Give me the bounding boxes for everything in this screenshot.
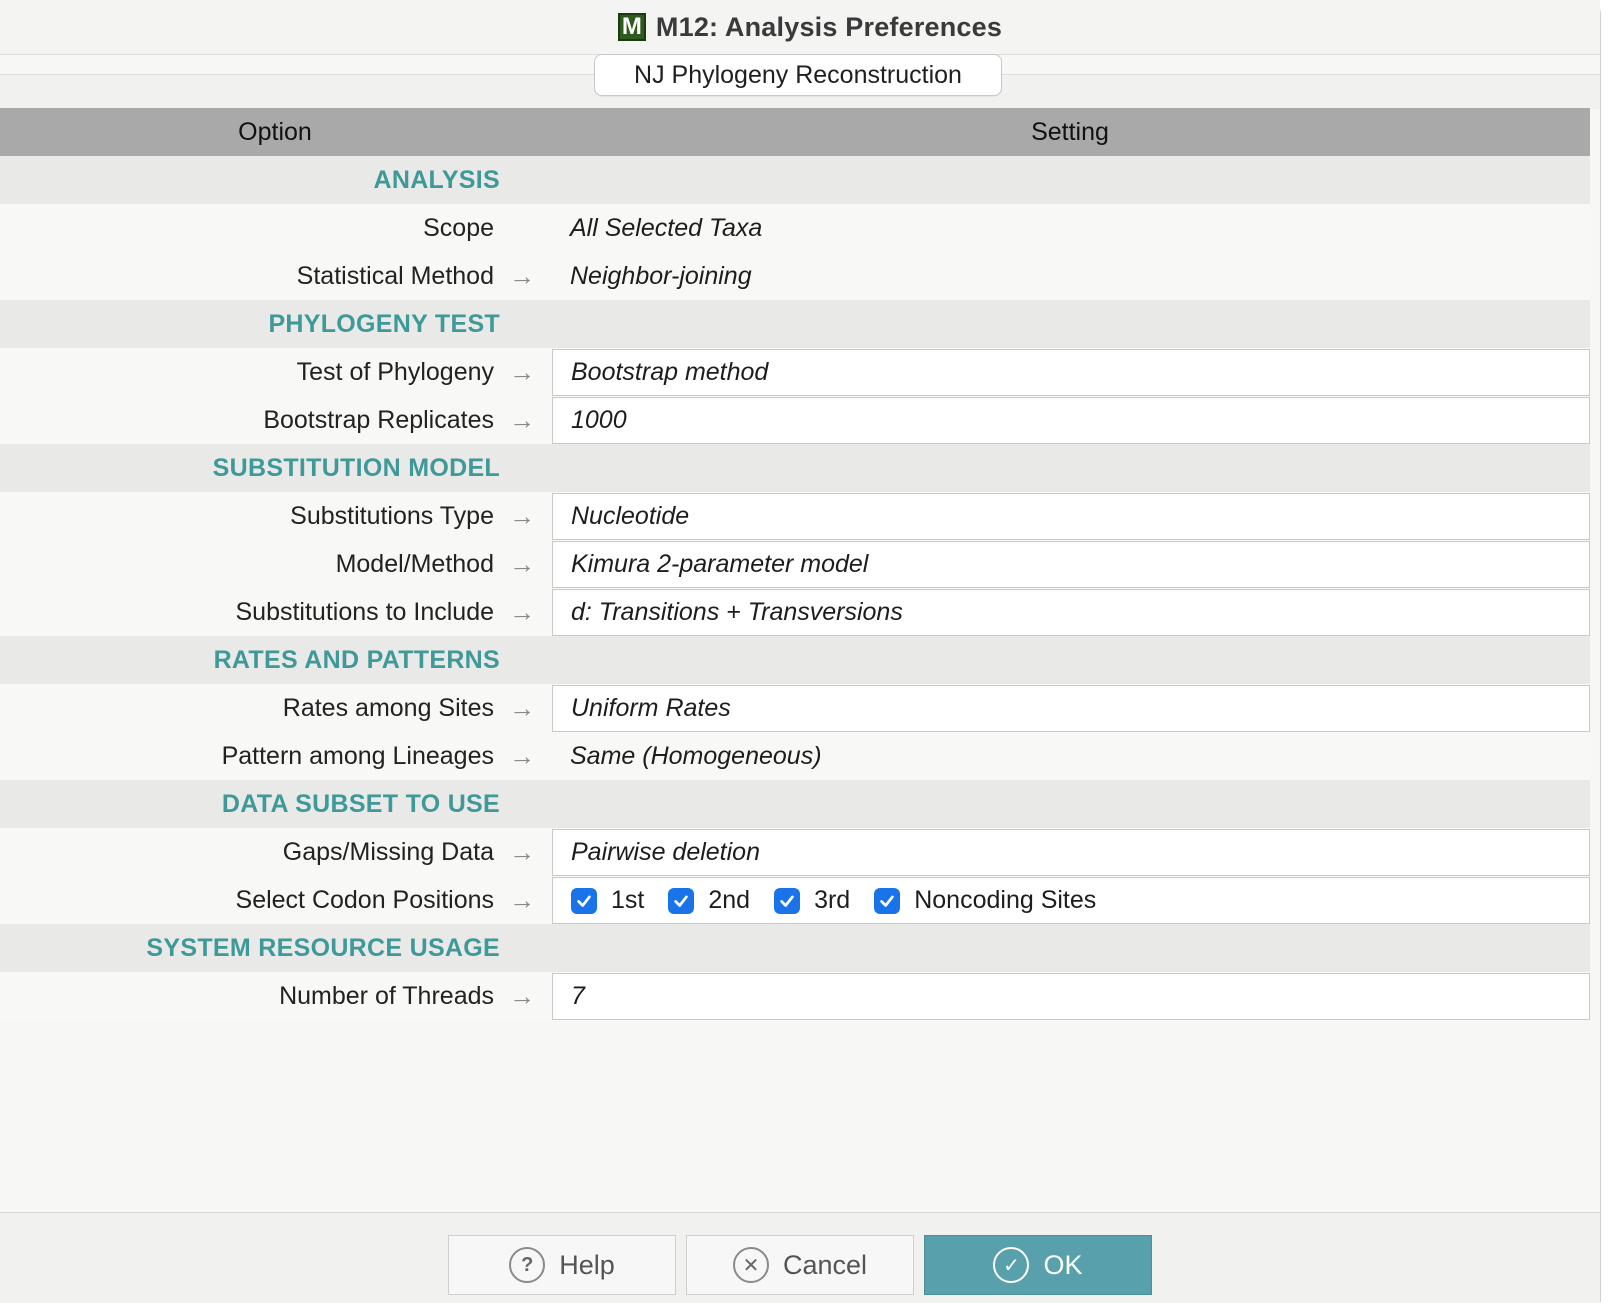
bootstrap-replicates-input[interactable]: 1000 [552,397,1590,444]
help-button[interactable]: ? Help [448,1235,676,1295]
column-header-setting: Setting [1031,117,1109,146]
section-title: ANALYSIS [373,165,500,194]
row-bootstrap-replicates: Bootstrap Replicates → 1000 [0,396,1590,444]
test-of-phylogeny-select[interactable]: Bootstrap method [552,349,1590,396]
codon-checkbox-group: 1st 2nd 3rd Noncoding Sites [571,886,1120,915]
section-title: PHYLOGENY TEST [268,309,500,338]
cancel-button[interactable]: ✕ Cancel [686,1235,914,1295]
checkbox-2nd[interactable] [668,887,695,914]
checkbox-label-2nd: 2nd [708,886,751,914]
row-pattern-among-lineages: Pattern among Lineages → Same (Homogeneo… [0,732,1590,780]
window-title: M12: Analysis Preferences [655,11,1003,42]
scope-value: All Selected Taxa [570,213,763,242]
checkbox-label-3rd: 3rd [814,886,851,914]
section-system-resource: SYSTEM RESOURCE USAGE [0,924,1590,972]
row-rates-among-sites: Rates among Sites → Uniform Rates [0,684,1590,732]
check-circle-icon: ✓ [993,1247,1030,1283]
app-logo-icon: M [617,13,646,41]
section-title: RATES AND PATTERNS [213,645,500,674]
right-arrow-icon: → [509,548,535,579]
right-arrow-icon: → [509,980,535,1011]
right-arrow-icon: → [509,356,535,387]
option-label: Bootstrap Replicates [263,405,494,434]
analysis-preferences-window: M M12: Analysis Preferences NJ Phylogeny… [0,0,1601,1303]
right-arrow-icon: → [509,260,535,291]
dialog-footer: ? Help ✕ Cancel ✓ OK [0,1212,1600,1303]
checkbox-label-noncoding-sites: Noncoding Sites [914,886,1097,914]
section-phylogeny-test: PHYLOGENY TEST [0,300,1590,348]
right-arrow-icon: → [509,500,535,531]
row-select-codon-positions: Select Codon Positions → 1st 2nd 3rd Non… [0,876,1590,924]
statistical-method-value: Neighbor-joining [570,261,752,290]
pattern-among-lineages-value: Same (Homogeneous) [570,741,822,770]
right-arrow-icon: → [509,596,535,627]
grid-header: Option Setting [0,108,1590,156]
ok-button-label: OK [1043,1249,1083,1280]
preferences-grid: ANALYSIS Scope → All Selected Taxa Stati… [0,156,1590,1020]
row-substitutions-to-include: Substitutions to Include → d: Transition… [0,588,1590,636]
row-number-of-threads: Number of Threads → 7 [0,972,1590,1020]
substitutions-type-select[interactable]: Nucleotide [552,493,1590,540]
section-title: DATA SUBSET TO USE [221,789,500,818]
substitutions-to-include-select[interactable]: d: Transitions + Transversions [552,589,1590,636]
row-model-method: Model/Method → Kimura 2-parameter model [0,540,1590,588]
section-substitution-model: SUBSTITUTION MODEL [0,444,1590,492]
option-label: Statistical Method [296,261,494,290]
checkbox-3rd[interactable] [774,887,801,914]
cancel-button-label: Cancel [782,1249,868,1280]
right-arrow-icon: → [509,404,535,435]
option-label: Substitutions to Include [235,597,495,626]
column-header-option: Option [238,117,312,146]
option-label: Test of Phylogeny [296,357,494,386]
question-icon: ? [509,1247,546,1283]
model-method-select[interactable]: Kimura 2-parameter model [552,541,1590,588]
title-wrap: M M12: Analysis Preferences [617,11,1003,43]
checkbox-label-1st: 1st [611,886,645,914]
section-rates-and-patterns: RATES AND PATTERNS [0,636,1590,684]
option-label: Scope [423,213,494,242]
number-of-threads-input[interactable]: 7 [552,973,1590,1020]
row-statistical-method: Statistical Method → Neighbor-joining [0,252,1590,300]
option-label: Number of Threads [279,981,494,1010]
x-circle-icon: ✕ [732,1247,769,1283]
option-label: Gaps/Missing Data [282,837,494,866]
option-label: Substitutions Type [290,501,494,530]
checkbox-1st[interactable] [571,887,597,914]
option-label: Rates among Sites [282,693,494,722]
section-title: SYSTEM RESOURCE USAGE [146,933,500,962]
option-label: Model/Method [335,549,494,578]
section-analysis: ANALYSIS [0,156,1590,204]
gaps-missing-data-select[interactable]: Pairwise deletion [552,829,1590,876]
row-substitutions-type: Substitutions Type → Nucleotide [0,492,1590,540]
section-data-subset: DATA SUBSET TO USE [0,780,1590,828]
row-test-of-phylogeny: Test of Phylogeny → Bootstrap method [0,348,1590,396]
rates-among-sites-select[interactable]: Uniform Rates [552,685,1590,732]
tab-nj-phylogeny[interactable]: NJ Phylogeny Reconstruction [594,54,1002,96]
right-arrow-icon: → [509,836,535,867]
title-bar: M M12: Analysis Preferences [0,0,1600,55]
row-scope: Scope → All Selected Taxa [0,204,1590,252]
option-label: Select Codon Positions [235,885,494,914]
checkbox-noncoding-sites[interactable] [874,887,901,914]
right-arrow-icon: → [509,740,535,771]
right-arrow-icon: → [509,884,535,915]
option-label: Pattern among Lineages [221,741,494,770]
codon-positions-group: 1st 2nd 3rd Noncoding Sites [552,877,1590,924]
help-button-label: Help [559,1249,615,1280]
section-title: SUBSTITUTION MODEL [212,453,500,482]
ok-button[interactable]: ✓ OK [924,1235,1152,1295]
row-gaps-missing-data: Gaps/Missing Data → Pairwise deletion [0,828,1590,876]
right-arrow-icon: → [509,692,535,723]
